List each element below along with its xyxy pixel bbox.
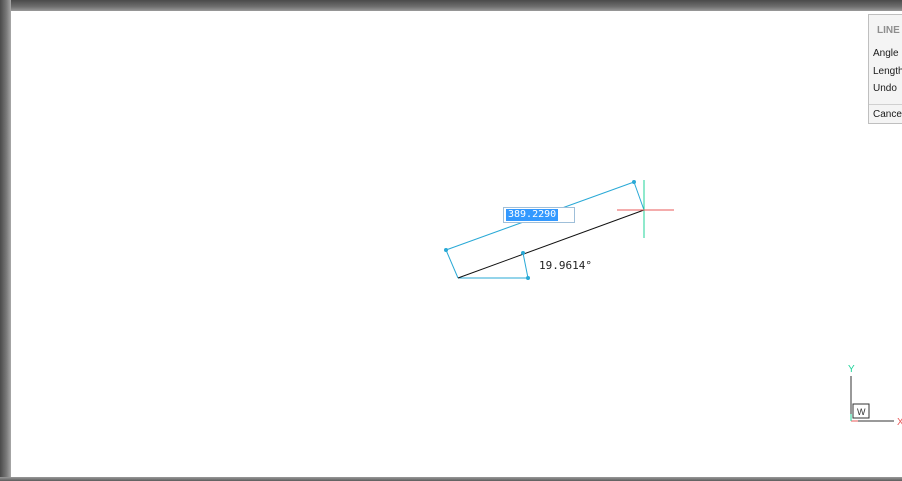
grip-point[interactable] <box>632 180 636 184</box>
ucs-x-label: X <box>897 417 902 428</box>
menu-title: LINE <box>877 25 900 36</box>
command-context-menu: LINE Angle Length Undo Cancel <box>868 14 902 124</box>
ucs-w-label: W <box>857 407 866 417</box>
grip-point[interactable] <box>444 248 448 252</box>
menu-separator <box>869 104 902 105</box>
menu-item-cancel[interactable]: Cancel <box>873 109 902 120</box>
angle-readout: 19.9614° <box>539 259 592 272</box>
menu-item-undo[interactable]: Undo <box>873 83 897 94</box>
menu-item-length[interactable]: Length <box>873 66 902 77</box>
length-value[interactable]: 389.2290 <box>506 209 559 221</box>
menu-item-angle[interactable]: Angle <box>873 48 899 59</box>
extension-line-start <box>445 249 459 279</box>
extension-line-end <box>633 181 645 211</box>
drawing-layer[interactable]: Y W X <box>0 0 902 481</box>
grip-point[interactable] <box>521 251 525 255</box>
dynamic-input-length[interactable]: 389.2290 <box>503 207 575 223</box>
angle-arc <box>522 252 529 279</box>
ucs-icon: Y W X <box>848 364 902 428</box>
ucs-y-label: Y <box>848 364 855 375</box>
grip-point[interactable] <box>526 276 530 280</box>
